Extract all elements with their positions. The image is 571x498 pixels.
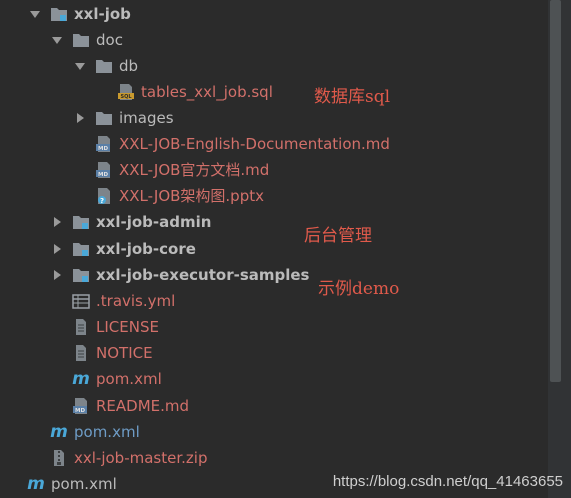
- maven-icon: m: [50, 422, 68, 442]
- chevron-right-icon[interactable]: [50, 268, 64, 282]
- maven-icon: m: [72, 369, 90, 389]
- folder-icon: [95, 57, 113, 75]
- chevron-down-icon[interactable]: [28, 7, 42, 21]
- unknown-file-icon: ?: [95, 187, 113, 205]
- tree-node-xxl-job[interactable]: xxl-job: [0, 1, 571, 27]
- annotation-samples: 示例demo: [318, 279, 400, 299]
- sql-file-icon: SQL: [117, 83, 135, 101]
- tree-label: xxl-job-executor-samples: [96, 266, 310, 284]
- tree-label: LICENSE: [96, 318, 159, 336]
- annotation-admin: 后台管理: [304, 226, 372, 246]
- chevron-right-icon[interactable]: [50, 215, 64, 229]
- tree-node-executor-samples[interactable]: xxl-job-executor-samples: [0, 262, 571, 288]
- annotation-db-sql: 数据库sql: [314, 87, 391, 107]
- tree-label: NOTICE: [96, 344, 153, 362]
- svg-text:?: ?: [100, 197, 104, 205]
- chevron-down-icon[interactable]: [73, 59, 87, 73]
- tree-node-master-zip[interactable]: xxl-job-master.zip: [0, 445, 571, 471]
- tree-label: xxl-job-admin: [96, 213, 212, 231]
- tree-label: tables_xxl_job.sql: [141, 83, 273, 101]
- tree-label: XXL-JOB架构图.pptx: [119, 187, 264, 205]
- tree-node-tables-sql[interactable]: SQL tables_xxl_job.sql: [0, 79, 571, 105]
- tree-node-admin[interactable]: xxl-job-admin: [0, 209, 571, 235]
- tree-label: xxl-job-master.zip: [74, 449, 208, 467]
- tree-node-doc[interactable]: doc: [0, 27, 571, 53]
- tree-node-readme[interactable]: MD README.md: [0, 393, 571, 419]
- tree-node-db[interactable]: db: [0, 53, 571, 79]
- maven-icon: m: [27, 474, 45, 494]
- tree-label: xxl-job-core: [96, 240, 196, 258]
- vertical-scrollbar-thumb[interactable]: [550, 0, 561, 382]
- text-file-icon: [72, 318, 90, 336]
- tree-node-travis-yml[interactable]: .travis.yml: [0, 288, 571, 314]
- chevron-down-icon[interactable]: [50, 33, 64, 47]
- tree-label: doc: [96, 31, 123, 49]
- module-folder-icon: [72, 240, 90, 258]
- tree-label: README.md: [96, 397, 190, 415]
- tree-label: XXL-JOB官方文档.md: [119, 161, 270, 179]
- tree-node-images[interactable]: images: [0, 105, 571, 131]
- svg-text:MD: MD: [75, 408, 85, 414]
- markdown-file-icon: MD: [72, 397, 90, 415]
- yaml-file-icon: [72, 292, 90, 310]
- folder-icon: [72, 31, 90, 49]
- module-folder-icon: [72, 266, 90, 284]
- folder-icon: [95, 109, 113, 127]
- tree-label: db: [119, 57, 139, 75]
- tree-node-notice[interactable]: NOTICE: [0, 340, 571, 366]
- svg-text:MD: MD: [98, 146, 108, 152]
- tree-label: XXL-JOB-English-Documentation.md: [119, 135, 390, 153]
- chevron-right-icon[interactable]: [73, 111, 87, 125]
- markdown-file-icon: MD: [95, 135, 113, 153]
- tree-node-pom-inner[interactable]: m pom.xml: [0, 366, 571, 392]
- module-folder-icon: [72, 213, 90, 231]
- markdown-file-icon: MD: [95, 161, 113, 179]
- tree-node-license[interactable]: LICENSE: [0, 314, 571, 340]
- tree-label: pom.xml: [96, 370, 162, 388]
- chevron-right-icon[interactable]: [50, 242, 64, 256]
- tree-label: .travis.yml: [96, 292, 176, 310]
- svg-text:SQL: SQL: [120, 94, 132, 100]
- tree-node-arch-pptx[interactable]: ? XXL-JOB架构图.pptx: [0, 183, 571, 209]
- tree-node-cn-doc[interactable]: MD XXL-JOB官方文档.md: [0, 157, 571, 183]
- tree-node-core[interactable]: xxl-job-core: [0, 236, 571, 262]
- text-file-icon: [72, 344, 90, 362]
- archive-file-icon: [50, 449, 68, 467]
- watermark: https://blog.csdn.net/qq_41463655: [332, 473, 563, 490]
- tree-node-english-doc[interactable]: MD XXL-JOB-English-Documentation.md: [0, 131, 571, 157]
- tree-label: xxl-job: [74, 5, 131, 23]
- project-tree: xxl-job doc db SQL tables_xxl_job.sql im…: [0, 0, 548, 498]
- svg-text:MD: MD: [98, 172, 108, 178]
- tree-label: images: [119, 109, 174, 127]
- tree-label: pom.xml: [51, 475, 117, 493]
- tree-node-pom-root[interactable]: m pom.xml: [0, 419, 571, 445]
- module-folder-icon: [50, 5, 68, 23]
- tree-label: pom.xml: [74, 423, 140, 441]
